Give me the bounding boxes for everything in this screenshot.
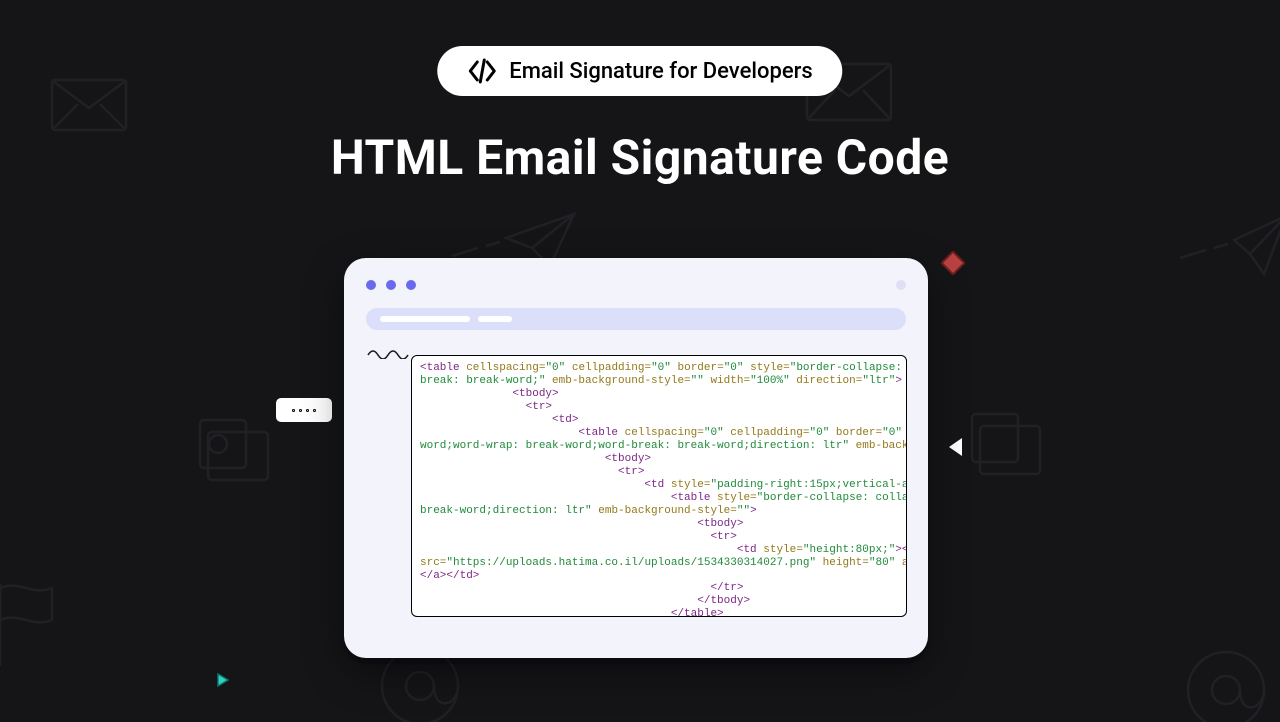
window-dot <box>386 280 396 290</box>
url-bar <box>366 308 906 330</box>
diamond-icon <box>940 250 965 275</box>
window-traffic-lights <box>366 280 906 290</box>
window-dot <box>366 280 376 290</box>
window-dot <box>406 280 416 290</box>
stacked-envelope-icon <box>196 410 276 494</box>
code-icon <box>467 58 497 84</box>
browser-window: <table cellspacing="0" cellpadding="0" b… <box>344 258 928 658</box>
window-dot <box>896 280 906 290</box>
code-sample: <table cellspacing="0" cellpadding="0" b… <box>411 355 907 617</box>
typing-dots-icon <box>276 398 332 422</box>
flag-icon <box>0 580 62 674</box>
stacked-envelope-icon <box>968 404 1048 488</box>
badge-label: Email Signature for Developers <box>509 59 812 84</box>
paper-plane-icon <box>1180 210 1280 294</box>
play-icon <box>949 438 962 456</box>
envelope-icon <box>50 78 128 136</box>
badge: Email Signature for Developers <box>437 46 842 96</box>
at-sign-icon <box>1176 640 1276 722</box>
play-icon <box>216 672 230 692</box>
page-title: HTML Email Signature Code <box>0 129 1280 186</box>
